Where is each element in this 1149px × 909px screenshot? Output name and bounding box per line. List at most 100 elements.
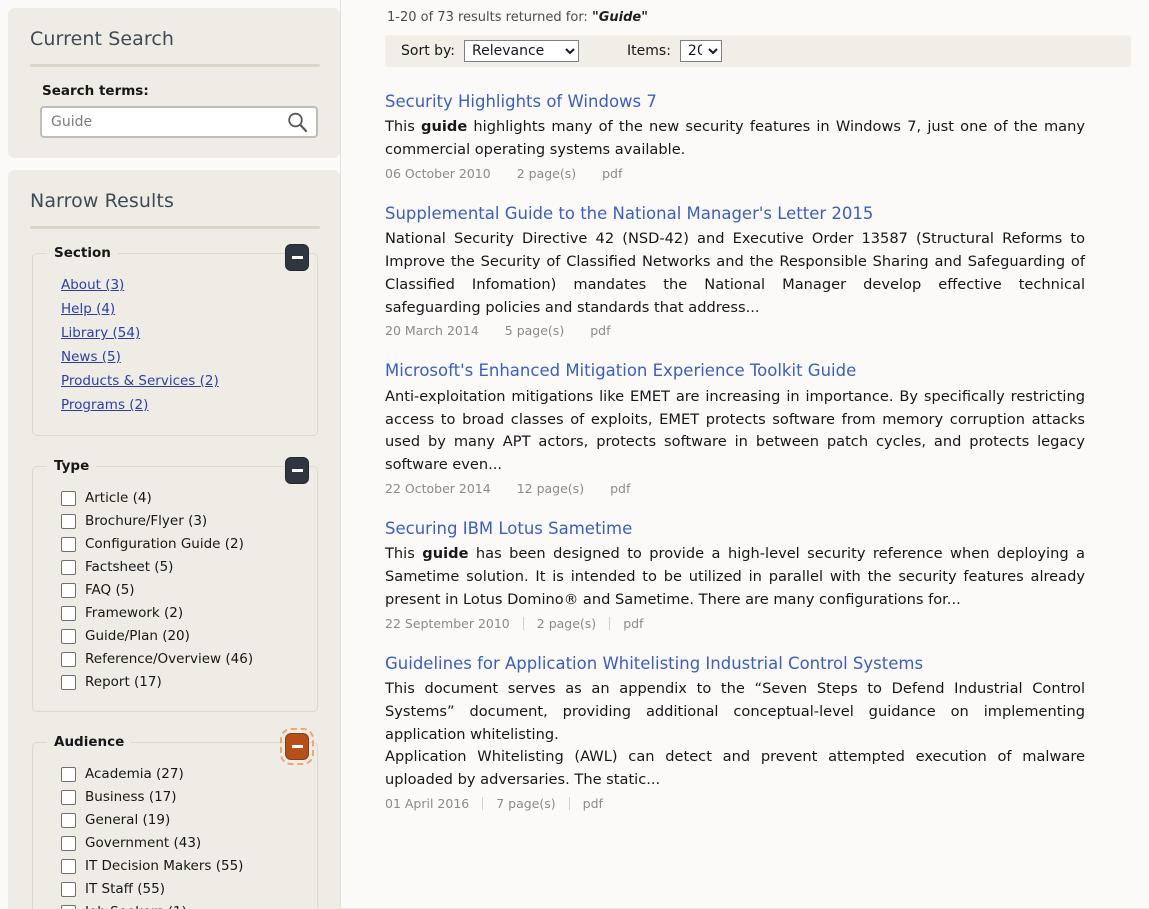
facet-checkbox-list: Article (4) Brochure/Flyer (3) Configurati… — [43, 478, 307, 690]
search-results-page: Current Search Search terms: Narrow Resu… — [0, 0, 1149, 909]
facet-checkbox-label: Business (17) — [85, 789, 177, 805]
checkbox-icon[interactable] — [61, 651, 76, 667]
result-title-link[interactable]: Securing IBM Lotus Sametime — [385, 518, 1131, 539]
facet-link[interactable]: Library (54) — [61, 325, 140, 341]
facet-checkbox-label: Brochure/Flyer (3) — [85, 513, 208, 529]
facet-list: Section About (3) Help (4) Library (54) News… — [26, 244, 322, 909]
facet-checkbox-item[interactable]: Configuration Guide (2) — [61, 536, 307, 552]
checkbox-icon[interactable] — [61, 628, 76, 644]
facet-checkbox-item[interactable]: Report (17) — [61, 674, 307, 690]
facet-checkbox-item[interactable]: IT Decision Makers (55) — [61, 858, 307, 874]
checkbox-icon[interactable] — [61, 789, 76, 805]
result-date: 06 October 2010 — [385, 165, 491, 181]
minus-icon — [291, 745, 303, 748]
result-snippet: This guide highlights many of the new se… — [385, 118, 1085, 159]
checkbox-icon[interactable] — [61, 605, 76, 621]
checkbox-icon[interactable] — [61, 835, 76, 851]
result-date: 22 September 2010 — [385, 615, 510, 631]
result-meta: 01 April 2016 7 page(s) pdf — [385, 796, 1131, 811]
search-terms-label: Search terms: — [42, 83, 149, 99]
facet-checkbox-label: General (19) — [85, 812, 171, 828]
result-snippet: This document serves as an appendix to t… — [385, 680, 1085, 789]
facet-checkbox-label: Reference/Overview (46) — [85, 651, 254, 667]
facet-checkbox-label: Framework (2) — [85, 605, 184, 621]
result-item: Security Highlights of Windows 7 This gui… — [385, 91, 1131, 181]
result-format: pdf — [602, 165, 623, 181]
facet-checkbox-item[interactable]: Job Seekers (1) — [61, 904, 307, 909]
facet-checkbox-item[interactable]: Framework (2) — [61, 605, 307, 621]
divider — [30, 64, 320, 67]
result-meta: 22 September 2010 2 page(s) pdf — [385, 616, 1131, 631]
checkbox-icon[interactable] — [61, 536, 76, 552]
facet-checkbox-item[interactable]: General (19) — [61, 812, 307, 828]
facet-checkbox-item[interactable]: Guide/Plan (20) — [61, 628, 307, 644]
checkbox-icon[interactable] — [61, 858, 76, 874]
result-title-link[interactable]: Supplemental Guide to the National Manag… — [385, 203, 1131, 224]
items-per-page-select[interactable]: 20 — [679, 40, 722, 62]
facet-checkbox-item[interactable]: Government (43) — [61, 835, 307, 851]
facet-legend: Type — [54, 458, 90, 474]
facet-checkbox-item[interactable]: FAQ (5) — [61, 582, 307, 598]
result-meta: 06 October 2010 2 page(s) pdf — [385, 166, 1131, 181]
facet-link[interactable]: News (5) — [61, 349, 121, 365]
facet-checkbox-list: Academia (27) Business (17) General (19) Go… — [43, 754, 307, 909]
result-title-link[interactable]: Security Highlights of Windows 7 — [385, 91, 1131, 112]
checkbox-icon[interactable] — [61, 490, 76, 506]
result-page-count: 12 page(s) — [516, 480, 585, 496]
narrow-results-panel: Narrow Results Section About (3) Help (4) L… — [8, 170, 340, 909]
facet-type: Type Article (4) Brochure/Flyer (3) Configu… — [32, 457, 318, 712]
result-date: 20 March 2014 — [385, 323, 479, 339]
facet-collapse-button[interactable] — [285, 457, 309, 484]
facet-checkbox-label: IT Staff (55) — [85, 881, 165, 897]
facet-section: Section About (3) Help (4) Library (54) News… — [32, 244, 318, 436]
result-page-count: 5 page(s) — [504, 323, 565, 339]
facet-checkbox-label: Factsheet (5) — [85, 559, 174, 575]
facet-checkbox-item[interactable]: IT Staff (55) — [61, 881, 307, 897]
facet-checkbox-item[interactable]: Business (17) — [61, 789, 307, 805]
checkbox-icon[interactable] — [61, 582, 76, 598]
result-page-count: 2 page(s) — [536, 615, 597, 631]
facet-audience: Audience Academia (27) Business (17) Genera… — [32, 728, 318, 909]
sort-by-label: Sort by: — [401, 43, 456, 59]
facet-collapse-button[interactable] — [280, 728, 314, 765]
checkbox-icon[interactable] — [61, 904, 76, 909]
meta-separator — [568, 796, 570, 810]
highlighted-term: guide — [421, 118, 468, 136]
items-label: Items: — [627, 43, 671, 59]
result-format: pdf — [623, 615, 644, 631]
result-item: Guidelines for Application Whitelisting … — [385, 653, 1131, 811]
facet-checkbox-item[interactable]: Reference/Overview (46) — [61, 651, 307, 667]
result-snippet: Anti-exploitation mitigations like EMET … — [385, 387, 1085, 474]
checkbox-icon[interactable] — [61, 513, 76, 529]
current-search-title: Current Search — [30, 28, 175, 50]
facet-link[interactable]: Help (4) — [61, 301, 115, 317]
meta-separator — [482, 796, 484, 810]
facet-checkbox-item[interactable]: Academia (27) — [61, 766, 307, 782]
checkbox-icon[interactable] — [61, 674, 76, 690]
sort-by-select[interactable]: Relevance — [464, 40, 580, 62]
sidebar: Current Search Search terms: Narrow Resu… — [0, 0, 341, 909]
facet-legend: Audience — [54, 734, 125, 750]
minus-icon — [291, 469, 303, 472]
result-snippet: National Security Directive 42 (NSD-42) … — [385, 230, 1085, 316]
facet-collapse-button[interactable] — [285, 244, 309, 271]
checkbox-icon[interactable] — [61, 766, 76, 782]
facet-checkbox-label: Academia (27) — [85, 766, 184, 782]
result-item: Microsoft's Enhanced Mitigation Experien… — [385, 360, 1131, 496]
facet-link[interactable]: Products & Services (2) — [61, 373, 219, 389]
facet-checkbox-item[interactable]: Article (4) — [61, 490, 307, 506]
facet-checkbox-item[interactable]: Factsheet (5) — [61, 559, 307, 575]
results-summary-term: "Guide" — [591, 10, 649, 25]
facet-link[interactable]: Programs (2) — [61, 397, 148, 413]
result-title-link[interactable]: Guidelines for Application Whitelisting … — [385, 653, 1131, 674]
facet-link[interactable]: About (3) — [61, 277, 124, 293]
checkbox-icon[interactable] — [61, 812, 76, 828]
result-format: pdf — [590, 323, 611, 339]
result-title-link[interactable]: Microsoft's Enhanced Mitigation Experien… — [385, 360, 1131, 381]
search-box[interactable] — [40, 106, 318, 138]
checkbox-icon[interactable] — [61, 559, 76, 575]
search-input[interactable] — [42, 108, 316, 136]
facet-checkbox-item[interactable]: Brochure/Flyer (3) — [61, 513, 307, 529]
facet-checkbox-label: Configuration Guide (2) — [85, 536, 244, 552]
checkbox-icon[interactable] — [61, 881, 76, 897]
